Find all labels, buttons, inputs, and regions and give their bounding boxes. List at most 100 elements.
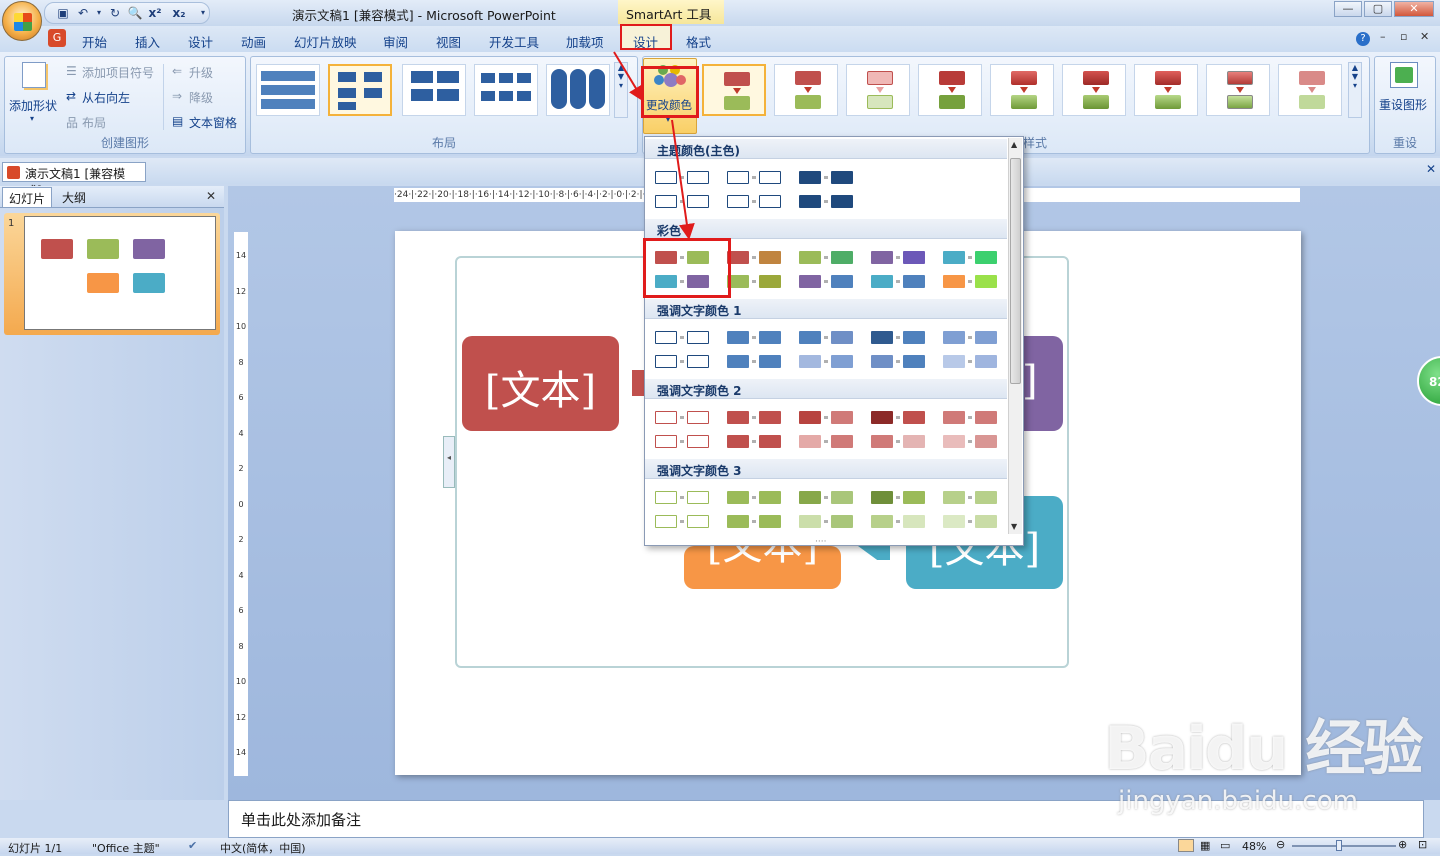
reset-graphic-button[interactable]: 重设图形 <box>1379 96 1427 113</box>
right-to-left-button[interactable]: 从右向左 <box>82 89 130 106</box>
color-swatch[interactable] <box>869 405 933 455</box>
color-swatch[interactable] <box>797 165 861 215</box>
gallery-resize-grip[interactable]: ···· <box>815 537 826 545</box>
office-button[interactable] <box>2 1 42 41</box>
styles-scroll[interactable]: ▲ ▼ ▾ <box>1348 62 1362 118</box>
color-swatch[interactable] <box>797 485 861 535</box>
save-icon[interactable]: ▣ <box>55 5 71 21</box>
style-option-9[interactable] <box>1278 64 1342 116</box>
color-swatch[interactable] <box>653 405 717 455</box>
zoom-level[interactable]: 48% <box>1242 840 1266 853</box>
scroll-up-icon[interactable]: ▲ <box>1011 140 1017 149</box>
color-swatch[interactable] <box>653 325 717 375</box>
layouts-scroll[interactable]: ▲ ▼ ▾ <box>614 62 628 118</box>
scroll-thumb[interactable] <box>1010 158 1021 384</box>
zoom-slider-thumb[interactable] <box>1336 840 1342 851</box>
ribbon-restore-icon[interactable]: ▫ <box>1400 30 1407 43</box>
tab-animation[interactable]: 动画 <box>241 32 266 51</box>
color-swatch[interactable] <box>725 325 789 375</box>
tab-format[interactable]: 格式 <box>686 32 711 51</box>
style-option-7[interactable] <box>1134 64 1198 116</box>
tab-home[interactable]: 开始 <box>82 32 107 51</box>
spellcheck-icon[interactable]: ✔ <box>188 839 197 852</box>
style-option-3[interactable] <box>846 64 910 116</box>
slide-sorter-icon[interactable]: ▦ <box>1200 839 1210 852</box>
smartart-node-orange[interactable]: [文本] <box>684 546 841 589</box>
style-option-4[interactable] <box>918 64 982 116</box>
color-swatch[interactable] <box>653 165 717 215</box>
slide-thumbnail[interactable] <box>24 216 216 330</box>
gallery-scrollbar[interactable]: ▲ ▼ <box>1008 138 1022 534</box>
color-swatch[interactable] <box>725 165 789 215</box>
color-swatch[interactable] <box>797 405 861 455</box>
color-swatch[interactable] <box>797 245 861 295</box>
redo-icon[interactable]: ↻ <box>107 5 123 21</box>
tab-outline[interactable]: 大纲 <box>56 187 106 207</box>
text-pane-toggle[interactable]: ◂ <box>443 436 455 488</box>
color-swatch[interactable] <box>941 405 1005 455</box>
tab-addins[interactable]: 加载项 <box>566 32 604 51</box>
scroll-down-icon[interactable]: ▼ <box>1011 522 1017 531</box>
fit-window-icon[interactable]: ⊡ <box>1418 838 1427 851</box>
style-option-1[interactable] <box>702 64 766 116</box>
color-swatch[interactable] <box>725 485 789 535</box>
zoom-out-icon[interactable]: ⊖ <box>1276 838 1285 851</box>
color-swatch[interactable] <box>869 325 933 375</box>
layout-button[interactable]: 布局 <box>82 114 106 131</box>
undo-icon[interactable]: ↶ <box>75 5 91 21</box>
close-window-button[interactable]: ✕ <box>1394 1 1434 17</box>
add-shape-dropdown-icon[interactable]: ▾ <box>30 114 34 123</box>
style-option-2[interactable] <box>774 64 838 116</box>
tab-smartart-design[interactable]: 设计 <box>633 32 658 51</box>
superscript-icon[interactable]: x² <box>147 5 163 21</box>
zoom-slider[interactable] <box>1292 845 1396 847</box>
smartart-node-red[interactable]: [文本] <box>462 336 619 431</box>
print-preview-icon[interactable]: 🔍 <box>127 5 143 21</box>
tab-developer[interactable]: 开发工具 <box>489 32 539 51</box>
document-tab[interactable]: 演示文稿1 [兼容模式] <box>2 162 146 198</box>
customize-qat-icon[interactable]: ▾ <box>195 5 211 21</box>
add-bullet-button[interactable]: 添加项目符号 <box>82 64 154 81</box>
color-swatch[interactable] <box>869 245 933 295</box>
layout-option-4[interactable] <box>474 64 538 116</box>
tab-design[interactable]: 设计 <box>188 32 213 51</box>
swatch-connector <box>968 280 972 283</box>
normal-view-icon[interactable] <box>1178 839 1194 852</box>
style-option-5[interactable] <box>990 64 1054 116</box>
style-option-6[interactable] <box>1062 64 1126 116</box>
tab-slideshow[interactable]: 幻灯片放映 <box>294 32 357 51</box>
subscript-icon[interactable]: x₂ <box>171 5 187 21</box>
layout-option-5[interactable] <box>546 64 610 116</box>
color-swatch[interactable] <box>941 485 1005 535</box>
color-swatch[interactable] <box>797 325 861 375</box>
color-swatch[interactable] <box>725 405 789 455</box>
help-icon[interactable]: ? <box>1356 32 1370 46</box>
slideshow-view-icon[interactable]: ▭ <box>1220 839 1230 852</box>
close-document-icon[interactable]: ✕ <box>1426 162 1436 176</box>
zoom-in-icon[interactable]: ⊕ <box>1398 838 1407 851</box>
layout-option-3[interactable] <box>402 64 466 116</box>
minimize-window-button[interactable]: — <box>1334 1 1362 17</box>
add-shape-button[interactable]: 添加形状 <box>9 97 57 114</box>
text-pane-button[interactable]: 文本窗格 <box>189 114 237 131</box>
color-swatch[interactable] <box>653 485 717 535</box>
tab-slides[interactable]: 幻灯片 <box>2 187 52 207</box>
color-swatch[interactable] <box>869 485 933 535</box>
ribbon-minimize-icon[interactable]: – <box>1380 30 1386 43</box>
layout-option-2-selected[interactable] <box>328 64 392 116</box>
ribbon-close-icon[interactable]: ✕ <box>1420 30 1429 43</box>
help-app-icon[interactable]: G <box>48 29 66 47</box>
tab-view[interactable]: 视图 <box>436 32 461 51</box>
undo-dropdown-icon[interactable]: ▾ <box>91 5 107 21</box>
color-swatch[interactable] <box>941 325 1005 375</box>
maximize-window-button[interactable]: ▢ <box>1364 1 1392 17</box>
tab-review[interactable]: 审阅 <box>383 32 408 51</box>
promote-button[interactable]: 升级 <box>189 64 213 81</box>
layout-option-1[interactable] <box>256 64 320 116</box>
color-swatch[interactable] <box>725 245 789 295</box>
close-pane-icon[interactable]: ✕ <box>206 189 216 203</box>
color-swatch[interactable] <box>941 245 1005 295</box>
style-option-8[interactable] <box>1206 64 1270 116</box>
demote-button[interactable]: 降级 <box>189 89 213 106</box>
tab-insert[interactable]: 插入 <box>135 32 160 51</box>
